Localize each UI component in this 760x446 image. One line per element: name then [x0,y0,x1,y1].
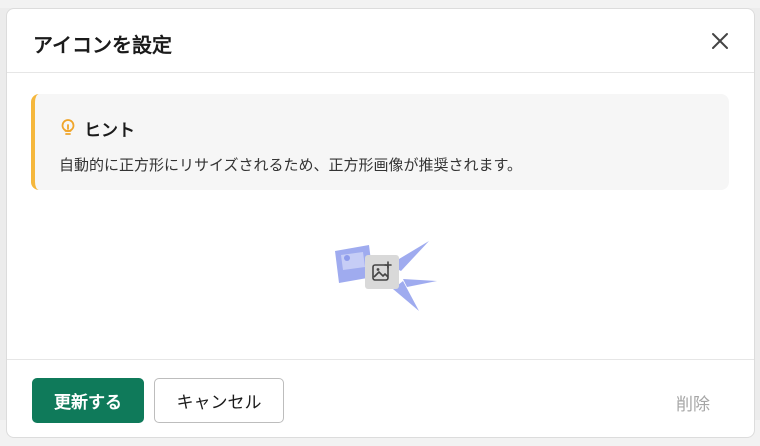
hint-text: 自動的に正方形にリサイズされるため、正方形画像が推奨されます。 [59,156,523,174]
lightbulb-icon [61,119,75,135]
dialog-footer: 更新する キャンセル 削除 [7,359,754,437]
image-plus-icon [372,261,392,281]
backdrop-top [0,0,760,8]
update-button[interactable]: 更新する [32,378,144,423]
upload-image-button[interactable] [365,255,399,289]
hint-box: ヒント 自動的に正方形にリサイズされるため、正方形画像が推奨されます。 [31,94,729,190]
close-icon [712,33,728,49]
close-button[interactable] [710,31,730,51]
hint-title: ヒント [84,121,135,141]
delete-button[interactable]: 削除 [676,390,710,415]
cancel-button[interactable]: キャンセル [154,378,284,423]
dialog-header: アイコンを設定 [7,9,754,73]
icon-settings-dialog: アイコンを設定 ヒント 自動的に正方形にリサイズされるため、正方形画像が推奨され… [6,8,755,438]
dialog-title: アイコンを設定 [33,33,172,57]
